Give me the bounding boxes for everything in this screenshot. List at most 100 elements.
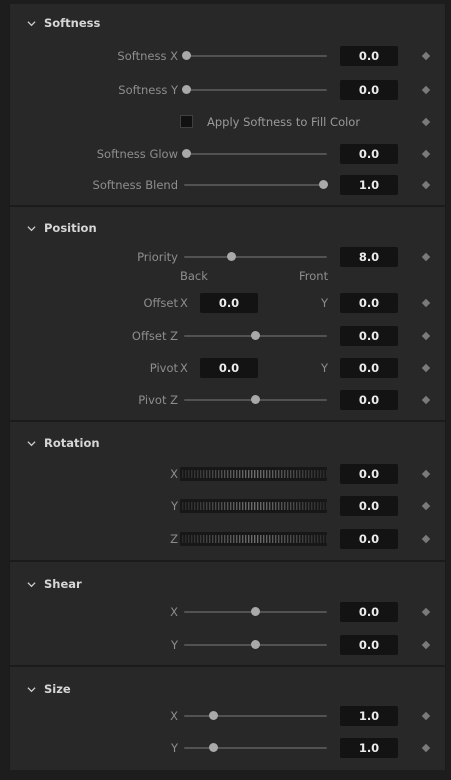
keyframe-diamond-icon[interactable] <box>421 331 431 341</box>
keyframe-diamond-icon[interactable] <box>421 743 431 753</box>
size-x-row: X 1.0 <box>10 705 445 727</box>
offset-z-slider-knob[interactable] <box>250 331 260 340</box>
section-title-rotation: Rotation <box>44 436 100 450</box>
softness-x-field[interactable]: 0.0 <box>340 46 398 66</box>
keyframe-diamond-icon[interactable] <box>421 298 431 308</box>
softness-blend-field[interactable]: 1.0 <box>340 175 398 195</box>
softness-glow-slider[interactable] <box>184 153 327 155</box>
softness-blend-label: Softness Blend <box>92 178 178 192</box>
section-header-shear[interactable]: Shear <box>27 577 82 591</box>
section-divider <box>10 560 445 562</box>
priority-label: Priority <box>137 250 178 264</box>
jog-wheel-icon <box>182 502 327 510</box>
pivot-z-row: Pivot Z 0.0 <box>10 389 445 411</box>
softness-y-slider[interactable] <box>184 89 327 91</box>
keyframe-diamond-icon[interactable] <box>421 534 431 544</box>
shear-y-row: Y 0.0 <box>10 634 445 656</box>
keyframe-diamond-icon[interactable] <box>421 607 431 617</box>
pivot-z-field[interactable]: 0.0 <box>340 390 398 410</box>
section-divider <box>10 665 445 667</box>
softness-y-label: Softness Y <box>118 83 178 97</box>
section-title-size: Size <box>44 682 71 696</box>
rotation-x-field[interactable]: 0.0 <box>340 464 398 484</box>
pivot-z-label: Pivot Z <box>138 393 178 407</box>
section-header-rotation[interactable]: Rotation <box>27 436 100 450</box>
size-x-field[interactable]: 1.0 <box>340 706 398 726</box>
chevron-down-icon[interactable] <box>27 224 36 233</box>
chevron-down-icon[interactable] <box>27 580 36 589</box>
keyframe-diamond-icon[interactable] <box>421 469 431 479</box>
keyframe-diamond-icon[interactable] <box>421 117 431 127</box>
shear-x-field[interactable]: 0.0 <box>340 602 398 622</box>
apply-softness-fill-checkbox[interactable] <box>180 115 193 128</box>
softness-x-slider-knob[interactable] <box>181 51 191 60</box>
chevron-down-icon[interactable] <box>27 19 36 28</box>
softness-blend-slider[interactable] <box>184 184 327 186</box>
section-title-softness: Softness <box>44 16 101 30</box>
offset-z-row: Offset Z 0.0 <box>10 325 445 347</box>
priority-slider-knob[interactable] <box>226 252 236 261</box>
size-x-axis-label: X <box>170 709 178 723</box>
pivot-y-axis-label: Y <box>321 361 329 375</box>
pivot-y-field[interactable]: 0.0 <box>340 358 398 378</box>
softness-glow-slider-knob[interactable] <box>181 149 191 158</box>
shear-x-slider-knob[interactable] <box>250 607 260 616</box>
section-header-softness[interactable]: Softness <box>27 16 100 30</box>
size-y-slider[interactable] <box>184 747 327 749</box>
size-x-slider-knob[interactable] <box>208 711 218 720</box>
keyframe-diamond-icon[interactable] <box>421 395 431 405</box>
softness-y-slider-knob[interactable] <box>181 85 191 94</box>
priority-field[interactable]: 8.0 <box>340 247 398 267</box>
softness-glow-row: Softness Glow 0.0 <box>10 143 445 165</box>
pivot-row: Pivot X 0.0 Y 0.0 <box>10 357 445 379</box>
keyframe-diamond-icon[interactable] <box>421 640 431 650</box>
offset-y-field[interactable]: 0.0 <box>340 293 398 313</box>
keyframe-diamond-icon[interactable] <box>421 180 431 190</box>
apply-softness-fill-row: Apply Softness to Fill Color <box>10 111 445 133</box>
pivot-x-axis-label: X <box>180 361 188 375</box>
softness-blend-row: Softness Blend 1.0 <box>10 174 445 196</box>
keyframe-diamond-icon[interactable] <box>421 51 431 61</box>
rotation-z-row: Z 0.0 <box>10 528 445 550</box>
softness-blend-slider-knob[interactable] <box>318 180 328 189</box>
keyframe-diamond-icon[interactable] <box>421 149 431 159</box>
shear-x-row: X 0.0 <box>10 601 445 623</box>
rotation-y-field[interactable]: 0.0 <box>340 496 398 516</box>
inspector-panel: Softness Softness X 0.0 Softness Y 0.0 A… <box>9 4 446 770</box>
pivot-x-field[interactable]: 0.0 <box>200 358 258 378</box>
size-y-field[interactable]: 1.0 <box>340 738 398 758</box>
keyframe-diamond-icon[interactable] <box>421 501 431 511</box>
keyframe-diamond-icon[interactable] <box>421 252 431 262</box>
offset-x-field[interactable]: 0.0 <box>200 293 258 313</box>
shear-y-slider-knob[interactable] <box>250 640 260 649</box>
rotation-z-jog-wheel[interactable] <box>180 532 327 546</box>
keyframe-diamond-icon[interactable] <box>421 85 431 95</box>
chevron-down-icon[interactable] <box>27 439 36 448</box>
pivot-z-slider-knob[interactable] <box>250 395 260 404</box>
keyframe-diamond-icon[interactable] <box>421 363 431 373</box>
softness-glow-label: Softness Glow <box>96 147 178 161</box>
section-title-shear: Shear <box>44 577 82 591</box>
rotation-y-jog-wheel[interactable] <box>180 499 327 513</box>
rotation-x-row: X 0.0 <box>10 463 445 485</box>
size-x-slider[interactable] <box>184 715 327 717</box>
shear-y-axis-label: Y <box>170 638 178 652</box>
keyframe-diamond-icon[interactable] <box>421 711 431 721</box>
section-header-size[interactable]: Size <box>27 682 71 696</box>
softness-x-label: Softness X <box>117 49 178 63</box>
shear-y-field[interactable]: 0.0 <box>340 635 398 655</box>
rotation-y-axis-label: Y <box>170 499 178 513</box>
rotation-z-field[interactable]: 0.0 <box>340 529 398 549</box>
apply-softness-fill-label[interactable]: Apply Softness to Fill Color <box>207 111 360 133</box>
offset-x-axis-label: X <box>180 296 188 310</box>
offset-z-label: Offset Z <box>131 329 178 343</box>
chevron-down-icon[interactable] <box>27 685 36 694</box>
rotation-x-jog-wheel[interactable] <box>180 467 327 481</box>
softness-y-field[interactable]: 0.0 <box>340 80 398 100</box>
softness-glow-field[interactable]: 0.0 <box>340 144 398 164</box>
priority-slider[interactable] <box>184 256 327 258</box>
softness-x-slider[interactable] <box>184 55 327 57</box>
offset-z-field[interactable]: 0.0 <box>340 326 398 346</box>
size-y-slider-knob[interactable] <box>208 743 218 752</box>
section-header-position[interactable]: Position <box>27 221 97 235</box>
